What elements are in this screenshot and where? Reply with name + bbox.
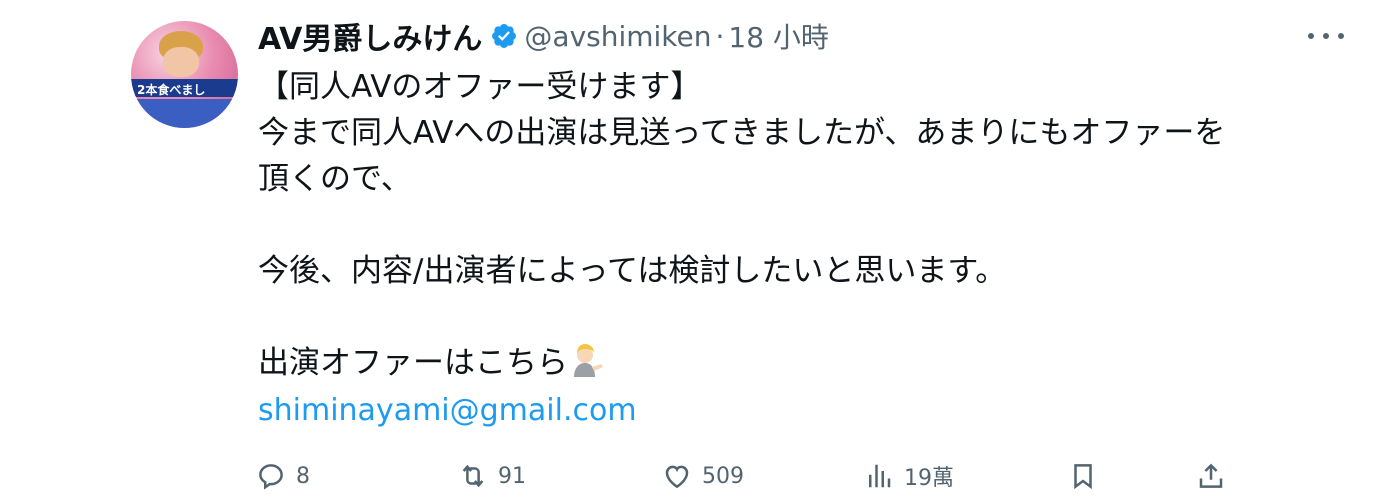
views-count: 19萬 [904, 466, 954, 491]
handle[interactable]: @avshimiken [524, 20, 711, 53]
avatar[interactable]: 2本食べまし [131, 21, 238, 128]
more-icon[interactable] [1308, 22, 1344, 50]
verified-badge-icon [490, 22, 518, 50]
reply-icon [259, 464, 283, 490]
tweet-line: 【同人AVのオファー受けます】 [258, 69, 702, 105]
tweet-line: 出演オファーはこちら [258, 345, 568, 381]
more-dot [1323, 33, 1329, 39]
bookmark-button[interactable] [1068, 452, 1098, 500]
email-link[interactable]: shiminayami@gmail.com [258, 388, 1348, 434]
avatar-band-lower [131, 99, 238, 128]
like-icon [665, 465, 689, 489]
tweet-line: 頂くので、 [258, 161, 412, 197]
views-button[interactable]: 19萬 [864, 452, 954, 500]
timestamp[interactable]: 18 小時 [728, 16, 829, 56]
views-icon [869, 464, 891, 488]
retweet-icon [462, 464, 484, 488]
like-button[interactable]: 509 [662, 452, 744, 500]
share-button[interactable] [1196, 452, 1226, 500]
reply-count: 8 [296, 463, 310, 489]
tweet-line-with-emoji: 出演オファーはこちら [258, 340, 1348, 386]
tweet-actions: 8 91 509 19萬 [256, 452, 1236, 500]
retweet-button[interactable]: 91 [458, 452, 526, 500]
retweet-count: 91 [498, 463, 526, 489]
avatar-face [163, 47, 199, 77]
tweet-text: 【同人AVのオファー受けます】 今まで同人AVへの出演は見送ってきましたが、あま… [258, 64, 1348, 434]
tweet-line: 今後、内容/出演者によっては検討したいと思います。 [258, 253, 1007, 289]
avatar-caption: 2本食べまし [137, 83, 206, 97]
more-dot [1308, 33, 1314, 39]
bookmark-icon [1074, 464, 1092, 490]
tweet-header: AV男爵しみけん @avshimiken · 18 小時 [258, 14, 829, 58]
reply-button[interactable]: 8 [256, 452, 310, 500]
like-count: 509 [702, 463, 744, 489]
share-icon [1199, 463, 1223, 488]
tweet-line: 今まで同人AVへの出演は見送ってきましたが、あまりにもオファーを [258, 115, 1226, 151]
display-name[interactable]: AV男爵しみけん [258, 14, 482, 58]
separator-dot: · [715, 19, 725, 53]
person-tipping-hand-emoji [570, 343, 606, 392]
more-dot [1338, 33, 1344, 39]
